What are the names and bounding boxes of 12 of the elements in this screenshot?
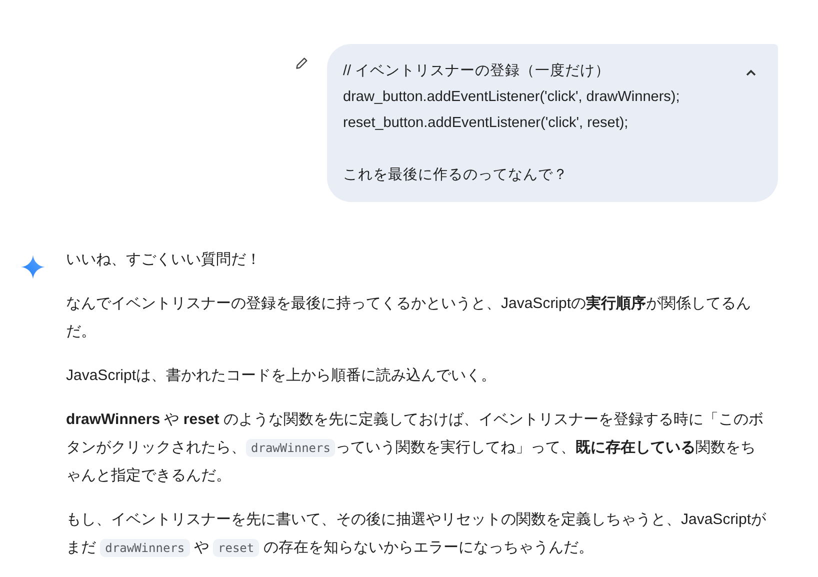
sparkle-icon xyxy=(20,254,46,280)
chevron-icon xyxy=(745,69,757,77)
response-paragraph: なんでイベントリスナーの登録を最後に持ってくるかというと、JavaScriptの実行順序が関係してるんだ。 xyxy=(66,294,752,342)
response-paragraph: いいね、すごくいい質問だ！ xyxy=(66,250,262,270)
message-line: // イベントリスナーの登録（一度だけ） xyxy=(343,62,612,81)
response-paragraph: drawWinners や reset のような関数を先に定義しておけば、イベントリスナーを登録する時に「このボタンがクリックされたら、 drawWinners っていう関数を実行してね」って、既に存在している関数をちゃんと指定できるんだ。 xyxy=(66,410,764,486)
message-line: これを最後に作るのってなんで？ xyxy=(343,166,569,185)
response-paragraph: もし、イベントリスナーを先に書いて、その後に抽選やリセットの関数を定義しちゃうと、JavaScriptがまだ drawWinners や reset の存在を知らないからエラーになっちゃうんだ。 xyxy=(66,510,768,559)
response-paragraph: JavaScriptは、書かれたコードを上から順番に読み込んでいく。 xyxy=(66,366,498,386)
message-line: reset_button.addEventListener('click', reset); xyxy=(343,114,630,133)
pencil-icon xyxy=(295,56,309,70)
message-line: draw_button.addEventListener('click', drawWinners); xyxy=(343,88,681,107)
